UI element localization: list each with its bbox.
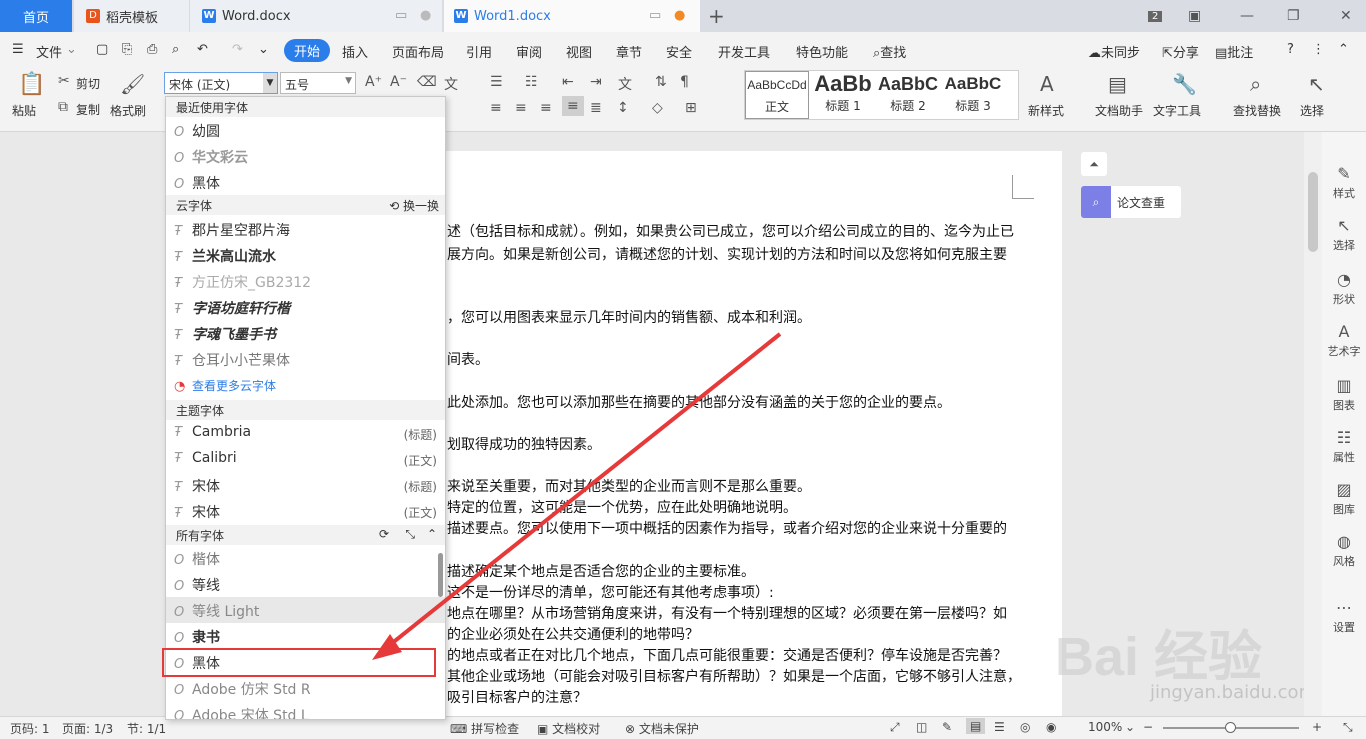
annotation-arrow [372,332,782,660]
arrow-shaft [384,332,782,650]
